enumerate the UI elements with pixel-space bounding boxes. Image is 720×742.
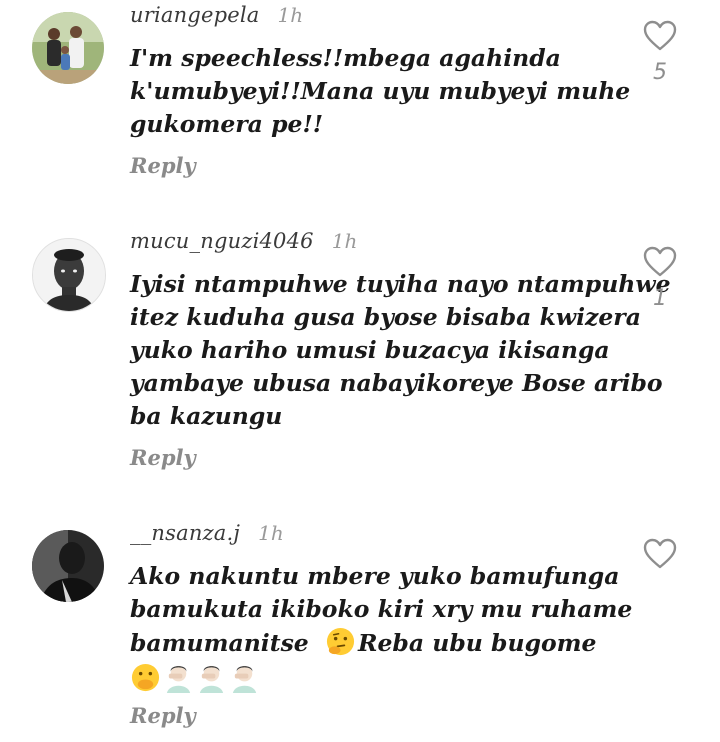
comment-line: k'umubyeyi!!Mana uyu mubyeyi muhe — [130, 77, 631, 105]
comment-meta: uriangepela 1h — [130, 0, 303, 30]
comment-text: I'm speechless!!mbega agahinda k'umubyey… — [130, 42, 631, 141]
avatar[interactable] — [32, 530, 104, 602]
heart-icon — [643, 538, 677, 569]
username[interactable]: __nsanza.j — [130, 521, 240, 545]
like-count: 5 — [653, 60, 667, 85]
comment-line: Ako nakuntu mbere yuko bamufunga — [130, 562, 620, 590]
comment-line: bamukuta ikiboko kiri xry mu ruhame — [130, 595, 633, 623]
family-photo-avatar-icon — [32, 12, 104, 84]
like-button[interactable]: 5 — [640, 20, 680, 85]
comment-line: ba kazungu — [130, 402, 283, 430]
like-count: 1 — [653, 286, 667, 311]
comment-line-text: Reba ubu bugome — [357, 629, 597, 657]
username[interactable]: uriangepela — [130, 3, 260, 27]
timestamp: 1h — [331, 229, 358, 253]
comment-meta: mucu_nguzi4046 1h — [130, 226, 357, 256]
man-portrait-avatar-icon — [33, 239, 105, 311]
reply-button[interactable]: Reply — [130, 703, 196, 728]
comment-line: yuko hariho umusi buzacya ikisanga — [130, 336, 610, 364]
comment-line: yambaye ubusa nabayikoreye Bose aribo — [130, 369, 663, 397]
comment-line-text: bamumanitse — [130, 629, 309, 657]
man-facepalming-icon — [232, 665, 257, 693]
timestamp: 1h — [258, 521, 284, 545]
comment-meta: __nsanza.j 1h — [130, 518, 284, 548]
comment-text: Iyisi ntampuhwe tuyiha nayo ntampuhwe it… — [130, 268, 671, 433]
like-button[interactable]: 1 — [640, 246, 680, 311]
thinking-face-icon — [326, 627, 355, 656]
comment-line: gukomera pe!! — [130, 110, 324, 138]
dark-portrait-avatar-icon — [32, 530, 104, 602]
avatar[interactable] — [32, 12, 104, 84]
comment-line — [130, 662, 610, 696]
username[interactable]: mucu_nguzi4046 — [130, 229, 314, 253]
like-button[interactable] — [640, 538, 680, 570]
face-with-hand-over-mouth-icon — [131, 663, 160, 692]
man-facepalming-icon — [166, 665, 191, 693]
comment-line: Iyisi ntampuhwe tuyiha nayo ntampuhwe — [130, 270, 671, 298]
heart-icon — [643, 20, 677, 51]
heart-icon — [643, 246, 677, 277]
reply-button[interactable]: Reply — [130, 153, 196, 178]
timestamp: 1h — [277, 3, 304, 27]
comment-line: I'm speechless!!mbega agahinda — [130, 44, 561, 72]
man-facepalming-icon — [199, 665, 224, 693]
avatar[interactable] — [32, 238, 106, 312]
comment-line: bamumanitse Reba ubu bugome — [130, 626, 610, 660]
comment-line: itez kuduha gusa byose bisaba kwizera — [130, 303, 641, 331]
reply-button[interactable]: Reply — [130, 445, 196, 470]
comment-text: Ako nakuntu mbere yuko bamufunga bamukut… — [130, 560, 633, 696]
